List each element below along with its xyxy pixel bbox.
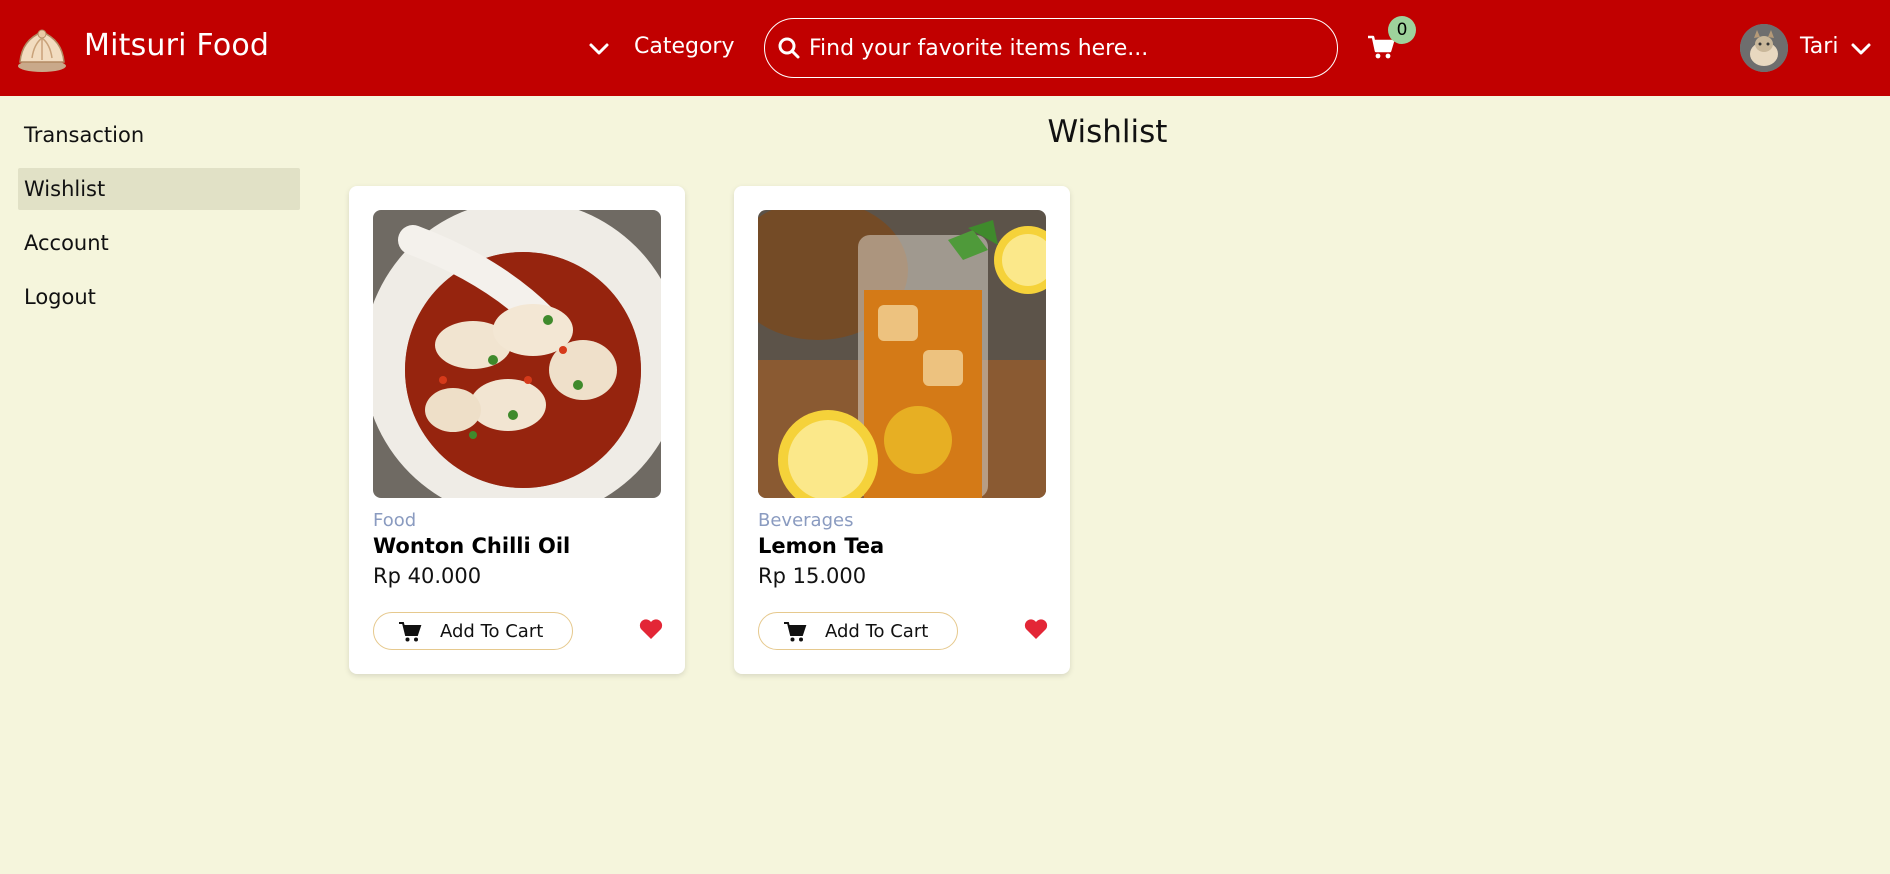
product-category: Beverages bbox=[758, 510, 854, 531]
search-bar bbox=[764, 18, 1338, 78]
cart-icon bbox=[783, 621, 807, 643]
product-image[interactable] bbox=[373, 210, 661, 498]
product-image[interactable] bbox=[758, 210, 1046, 498]
avatar[interactable] bbox=[1740, 24, 1788, 72]
brand-name[interactable]: Mitsuri Food bbox=[84, 28, 269, 63]
page-title: Wishlist bbox=[1047, 114, 1168, 150]
product-category: Food bbox=[373, 510, 417, 531]
product-name[interactable]: Wonton Chilli Oil bbox=[373, 534, 570, 558]
product-price: Rp 15.000 bbox=[758, 564, 867, 588]
cart-count-badge: 0 bbox=[1388, 16, 1416, 44]
search-input[interactable] bbox=[809, 32, 1309, 64]
product-price: Rp 40.000 bbox=[373, 564, 482, 588]
heart-icon[interactable] bbox=[639, 618, 663, 640]
heart-icon[interactable] bbox=[1024, 618, 1048, 640]
add-to-cart-label: Add To Cart bbox=[440, 621, 544, 642]
top-navbar: Mitsuri Food Category 0 Tari bbox=[0, 0, 1890, 96]
sidebar-item-transaction[interactable]: Transaction bbox=[18, 114, 300, 156]
category-dropdown[interactable]: Category bbox=[634, 34, 735, 59]
product-card[interactable]: Beverages Lemon Tea Rp 15.000 Add To Car… bbox=[734, 186, 1070, 674]
sidebar-item-account[interactable]: Account bbox=[18, 222, 300, 264]
product-card[interactable]: Food Wonton Chilli Oil Rp 40.000 Add To … bbox=[349, 186, 685, 674]
sidebar-item-logout[interactable]: Logout bbox=[18, 276, 300, 318]
logo-icon[interactable] bbox=[16, 22, 68, 74]
chevron-down-icon[interactable] bbox=[1850, 38, 1872, 60]
product-name[interactable]: Lemon Tea bbox=[758, 534, 884, 558]
add-to-cart-label: Add To Cart bbox=[825, 621, 929, 642]
sidebar-item-wishlist[interactable]: Wishlist bbox=[18, 168, 300, 210]
user-name[interactable]: Tari bbox=[1800, 34, 1838, 59]
chevron-down-icon[interactable] bbox=[588, 38, 610, 60]
cart-icon bbox=[398, 621, 422, 643]
search-icon bbox=[777, 36, 801, 60]
add-to-cart-button[interactable]: Add To Cart bbox=[758, 612, 958, 650]
add-to-cart-button[interactable]: Add To Cart bbox=[373, 612, 573, 650]
